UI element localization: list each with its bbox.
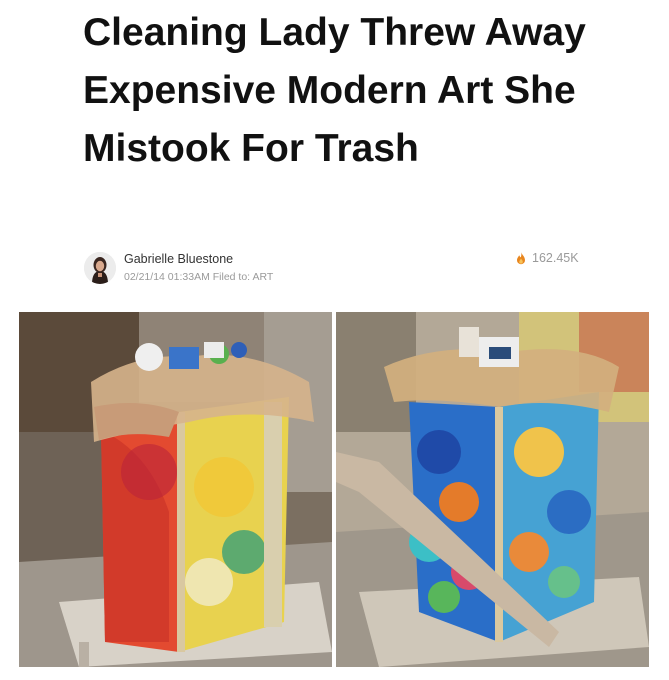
avatar-portrait-icon xyxy=(84,252,116,284)
view-count-value: 162.45K xyxy=(532,251,579,265)
author-avatar[interactable] xyxy=(84,252,116,284)
view-count: 162.45K xyxy=(516,251,579,265)
post-meta: 02/21/14 01:33AM Filed to: ART xyxy=(124,271,273,283)
left-photo-panel xyxy=(19,312,332,667)
byline: Gabrielle Bluestone 02/21/14 01:33AM Fil… xyxy=(82,248,602,288)
article-headline: Cleaning Lady Threw Away Expensive Moder… xyxy=(83,11,586,170)
flame-icon xyxy=(517,251,525,264)
author-name[interactable]: Gabrielle Bluestone xyxy=(124,252,233,266)
post-timestamp: 02/21/14 01:33AM xyxy=(124,271,210,283)
painted-trash-bins-photo xyxy=(19,312,649,667)
category-link[interactable]: ART xyxy=(252,271,273,283)
article-image[interactable] xyxy=(19,312,649,667)
right-photo-panel xyxy=(336,312,649,667)
filed-to-label: Filed to: xyxy=(212,271,251,283)
